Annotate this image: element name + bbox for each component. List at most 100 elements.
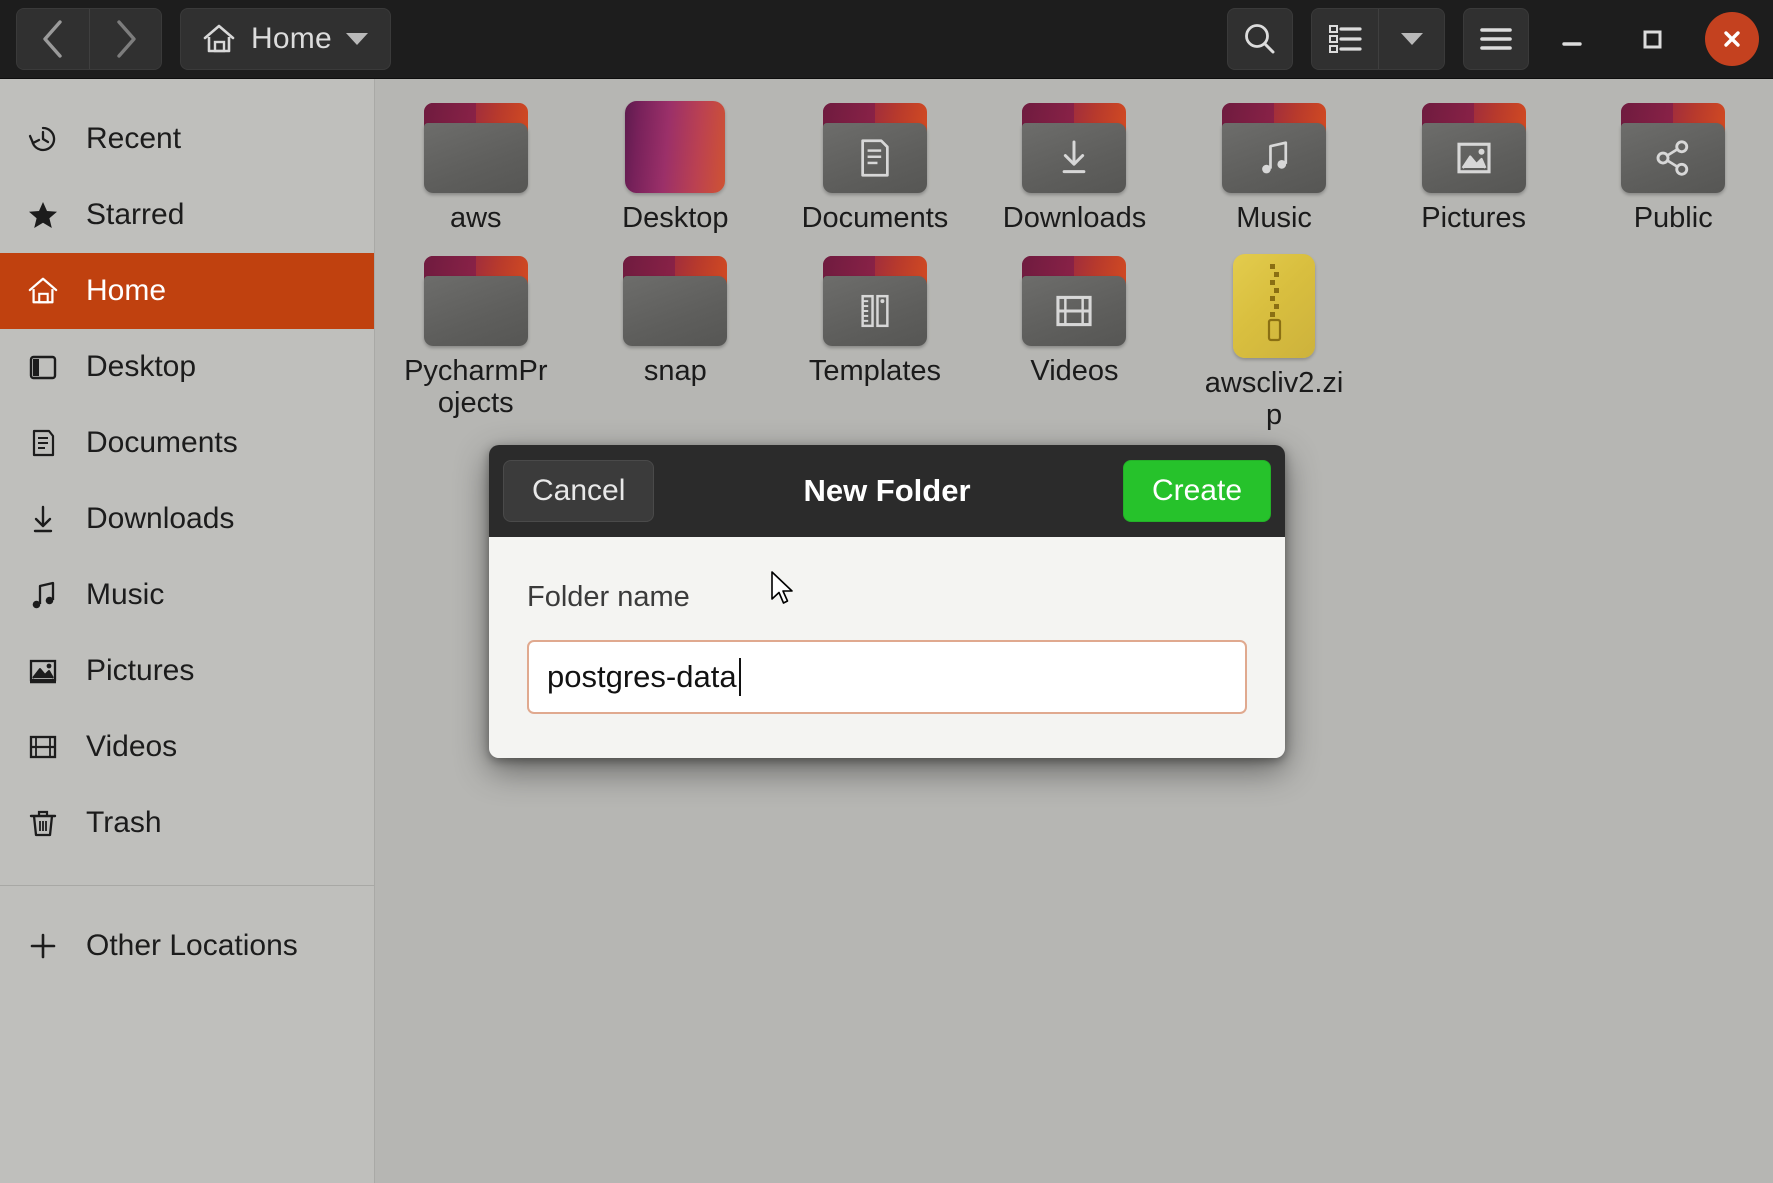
sidebar-item-downloads[interactable]: Downloads: [0, 481, 374, 557]
picture-icon: [26, 654, 60, 688]
file-label: aws: [450, 203, 502, 234]
hamburger-menu-icon: [1478, 24, 1514, 54]
search-button[interactable]: [1227, 8, 1293, 70]
sidebar-item-music[interactable]: Music: [0, 557, 374, 633]
folder-name-label: Folder name: [527, 581, 1247, 614]
file-item[interactable]: Downloads: [975, 93, 1175, 234]
folder-icon: [823, 254, 927, 346]
sidebar-item-label: Starred: [86, 198, 184, 232]
file-item[interactable]: Videos: [975, 246, 1175, 431]
film-icon: [26, 730, 60, 764]
dialog-body: Folder name postgres-data: [489, 537, 1285, 758]
sidebar-item-recent[interactable]: Recent: [0, 101, 374, 177]
list-view-icon: [1327, 22, 1363, 56]
list-view-button[interactable]: [1312, 9, 1378, 69]
sidebar-spacer: [0, 886, 374, 908]
folder-icon: [424, 254, 528, 346]
file-label: Music: [1236, 203, 1312, 234]
file-item[interactable]: PycharmProjects: [376, 246, 576, 431]
file-label: Pictures: [1421, 203, 1526, 234]
maximize-button[interactable]: [1615, 8, 1689, 70]
picture-emblem-icon: [1454, 138, 1494, 178]
chevron-down-icon: [1401, 33, 1423, 45]
folder-icon: [1022, 101, 1126, 193]
forward-icon: [113, 18, 139, 60]
navigation-group: [16, 8, 162, 70]
download-emblem-icon: [1054, 137, 1094, 179]
folder-icon: [623, 254, 727, 346]
file-label: Documents: [802, 203, 949, 234]
music-emblem-icon: [1255, 138, 1293, 178]
home-icon: [26, 274, 60, 308]
sidebar-item-pictures[interactable]: Pictures: [0, 633, 374, 709]
folder-name-input[interactable]: postgres-data: [527, 640, 1247, 714]
file-item[interactable]: snap: [576, 246, 776, 431]
file-label: Public: [1634, 203, 1713, 234]
sidebar-item-home[interactable]: Home: [0, 253, 374, 329]
file-label: Templates: [809, 356, 941, 387]
dialog-header: Cancel New Folder Create: [489, 445, 1285, 537]
plus-icon: [26, 929, 60, 963]
sidebar-item-label: Documents: [86, 426, 238, 460]
forward-button[interactable]: [89, 9, 161, 69]
sidebar-item-label: Music: [86, 578, 164, 612]
sidebar-item-label: Trash: [86, 806, 162, 840]
file-label: PycharmProjects: [401, 356, 551, 419]
document-emblem-icon: [855, 137, 895, 179]
text-caret: [739, 658, 741, 696]
file-label: awscliv2.zip: [1199, 368, 1349, 431]
sidebar-item-label: Pictures: [86, 654, 194, 688]
close-icon: [1717, 24, 1747, 54]
search-icon: [1241, 20, 1279, 58]
view-options-dropdown-button[interactable]: [1378, 9, 1444, 69]
desktop-icon: [26, 350, 60, 384]
sidebar-item-label: Desktop: [86, 350, 196, 384]
share-emblem-icon: [1653, 138, 1693, 178]
create-button[interactable]: Create: [1123, 460, 1271, 522]
back-button[interactable]: [17, 9, 89, 69]
close-button[interactable]: [1705, 12, 1759, 66]
home-icon: [201, 22, 237, 56]
folder-icon: [823, 101, 927, 193]
download-icon: [26, 502, 60, 536]
file-item[interactable]: Documents: [775, 93, 975, 234]
folder-icon: [1621, 101, 1725, 193]
file-item[interactable]: Public: [1573, 93, 1773, 234]
sidebar-item-label: Downloads: [86, 502, 234, 536]
sidebar-item-label: Recent: [86, 122, 181, 156]
file-item[interactable]: awscliv2.zip: [1174, 246, 1374, 431]
sidebar-item-label: Videos: [86, 730, 177, 764]
file-item[interactable]: Music: [1174, 93, 1374, 234]
main-menu-button[interactable]: [1463, 8, 1529, 70]
file-label: snap: [644, 356, 707, 387]
path-bar-label: Home: [251, 22, 332, 56]
sidebar: Recent Starred Home Desktop: [0, 79, 375, 1183]
clock-history-icon: [26, 122, 60, 156]
file-item[interactable]: Templates: [775, 246, 975, 431]
file-item[interactable]: Pictures: [1374, 93, 1574, 234]
minimize-button[interactable]: [1535, 8, 1609, 70]
sidebar-item-videos[interactable]: Videos: [0, 709, 374, 785]
sidebar-item-desktop[interactable]: Desktop: [0, 329, 374, 405]
maximize-icon: [1637, 24, 1667, 54]
path-bar-home-button[interactable]: Home: [180, 8, 391, 70]
star-icon: [26, 198, 60, 232]
new-folder-dialog: Cancel New Folder Create Folder name pos…: [489, 445, 1285, 758]
document-icon: [26, 426, 60, 460]
music-note-icon: [26, 578, 60, 612]
folder-icon: [424, 101, 528, 193]
file-grid: aws Desktop Documents: [376, 93, 1773, 431]
sidebar-item-other-locations[interactable]: Other Locations: [0, 908, 374, 984]
file-item[interactable]: Desktop: [576, 93, 776, 234]
sidebar-item-starred[interactable]: Starred: [0, 177, 374, 253]
sidebar-item-documents[interactable]: Documents: [0, 405, 374, 481]
template-emblem-icon: [856, 290, 894, 332]
sidebar-item-trash[interactable]: Trash: [0, 785, 374, 861]
file-item[interactable]: aws: [376, 93, 576, 234]
back-icon: [40, 18, 66, 60]
header-bar: Home: [0, 0, 1773, 79]
cancel-button[interactable]: Cancel: [503, 460, 654, 522]
sidebar-item-label: Home: [86, 274, 166, 308]
file-label: Downloads: [1003, 203, 1146, 234]
header-right-group: [1209, 8, 1773, 70]
